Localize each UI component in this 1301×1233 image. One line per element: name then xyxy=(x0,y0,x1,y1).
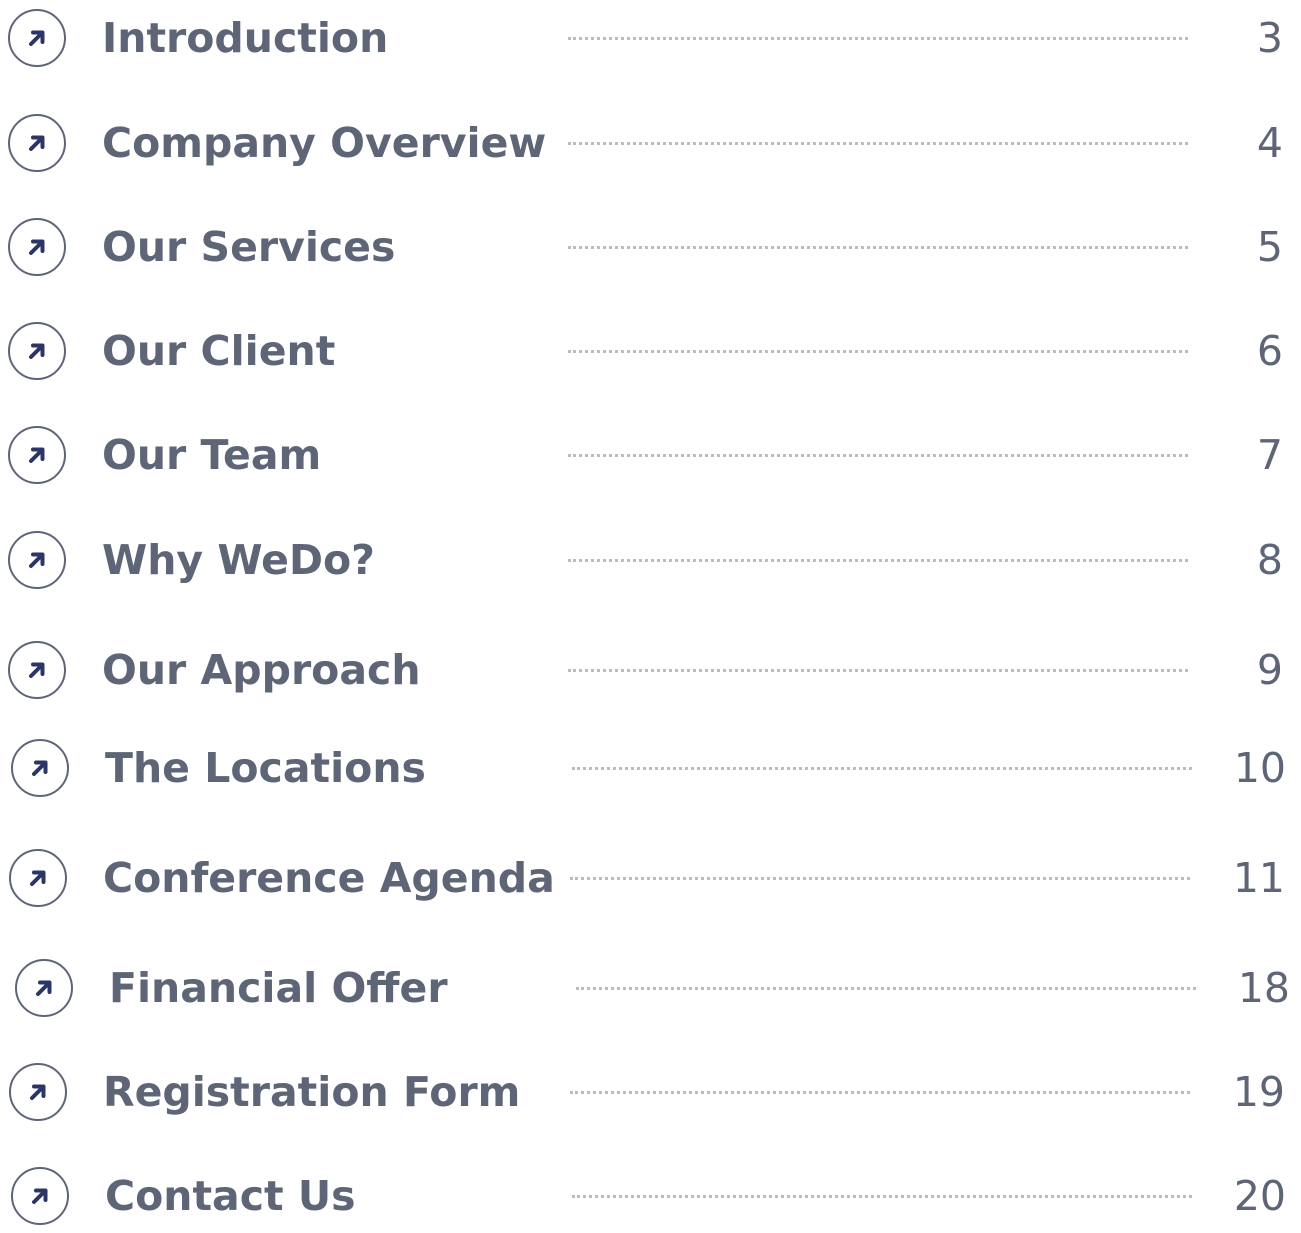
toc-item-conference-agenda[interactable]: Conference Agenda 11 xyxy=(0,845,1301,915)
arrow-up-right-icon xyxy=(9,1063,67,1121)
arrow-up-right-icon xyxy=(9,849,67,907)
dotted-leader xyxy=(570,1091,1190,1094)
arrow-up-right-icon xyxy=(8,218,66,276)
arrow-up-right-icon xyxy=(8,531,66,589)
toc-item-title: Company Overview xyxy=(102,119,547,167)
toc-item-page-number: 6 xyxy=(1256,327,1283,375)
toc-item-title: Introduction xyxy=(102,14,389,62)
dotted-leader xyxy=(568,246,1188,249)
arrow-up-right-icon xyxy=(8,641,66,699)
toc-item-title: Registration Form xyxy=(103,1068,521,1116)
table-of-contents: Introduction 3 Company Overview 4 Our Se… xyxy=(0,0,1301,1225)
toc-item-our-team[interactable]: Our Team 7 xyxy=(0,422,1301,492)
toc-item-title: Why WeDo? xyxy=(102,536,375,584)
toc-item-why-wedo[interactable]: Why WeDo? 8 xyxy=(0,527,1301,597)
toc-item-company-overview[interactable]: Company Overview 4 xyxy=(0,110,1301,180)
toc-item-title: Our Team xyxy=(102,431,322,479)
dotted-leader xyxy=(576,987,1196,990)
toc-item-the-locations[interactable]: The Locations 10 xyxy=(0,735,1301,805)
toc-item-page-number: 10 xyxy=(1233,744,1286,792)
toc-item-title: Our Client xyxy=(102,327,336,375)
toc-item-page-number: 5 xyxy=(1256,223,1283,271)
toc-item-page-number: 20 xyxy=(1233,1172,1286,1220)
dotted-leader xyxy=(568,559,1188,562)
toc-item-registration-form[interactable]: Registration Form 19 xyxy=(0,1059,1301,1129)
toc-item-page-number: 9 xyxy=(1256,646,1283,694)
toc-item-financial-offer[interactable]: Financial Offer 18 xyxy=(0,955,1301,1025)
toc-item-page-number: 19 xyxy=(1232,1068,1285,1116)
toc-item-page-number: 7 xyxy=(1256,431,1283,479)
dotted-leader xyxy=(572,1195,1192,1198)
dotted-leader xyxy=(568,37,1188,40)
toc-item-title: Our Services xyxy=(102,223,396,271)
toc-item-page-number: 3 xyxy=(1256,14,1283,62)
arrow-up-right-icon xyxy=(8,322,66,380)
dotted-leader xyxy=(568,669,1188,672)
arrow-up-right-icon xyxy=(8,9,66,67)
dotted-leader xyxy=(568,350,1188,353)
arrow-up-right-icon xyxy=(8,114,66,172)
toc-item-title: Conference Agenda xyxy=(103,854,555,902)
toc-item-page-number: 8 xyxy=(1256,536,1283,584)
dotted-leader xyxy=(570,877,1190,880)
dotted-leader xyxy=(572,767,1192,770)
arrow-up-right-icon xyxy=(15,959,73,1017)
toc-item-our-services[interactable]: Our Services 5 xyxy=(0,214,1301,284)
arrow-up-right-icon xyxy=(11,739,69,797)
toc-item-introduction[interactable]: Introduction 3 xyxy=(0,5,1301,75)
toc-item-page-number: 18 xyxy=(1237,964,1290,1012)
toc-item-title: The Locations xyxy=(105,744,426,792)
toc-item-our-client[interactable]: Our Client 6 xyxy=(0,318,1301,388)
toc-item-our-approach[interactable]: Our Approach 9 xyxy=(0,637,1301,707)
toc-item-page-number: 11 xyxy=(1232,854,1285,902)
dotted-leader xyxy=(568,142,1188,145)
arrow-up-right-icon xyxy=(11,1167,69,1225)
dotted-leader xyxy=(568,454,1188,457)
arrow-up-right-icon xyxy=(8,426,66,484)
toc-item-title: Contact Us xyxy=(105,1172,356,1220)
toc-item-title: Financial Offer xyxy=(109,964,448,1012)
toc-item-title: Our Approach xyxy=(102,646,421,694)
toc-item-page-number: 4 xyxy=(1256,119,1283,167)
